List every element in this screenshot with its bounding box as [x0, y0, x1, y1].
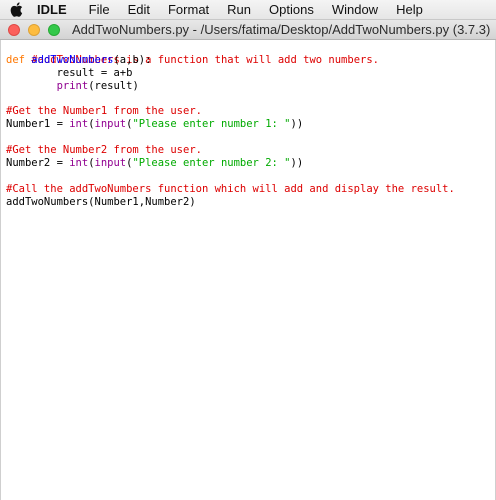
code-text: Number1 =	[6, 118, 70, 131]
code-line: result = a+b	[1, 67, 495, 80]
code-comment: #Call the addTwoNumbers function which w…	[6, 182, 455, 195]
menu-format[interactable]: Format	[168, 0, 209, 20]
code-comment: #Get the Number2 from the user.	[6, 144, 202, 157]
code-text: addTwoNumbers(Number1,Number2)	[6, 195, 196, 208]
menu-options[interactable]: Options	[269, 0, 314, 20]
code-text: ))	[290, 157, 304, 170]
window-title-bar[interactable]: AddTwoNumbers.py - /Users/fatima/Desktop…	[0, 20, 496, 40]
code-editor[interactable]: #addTwoNumbers is a function that will a…	[0, 40, 496, 500]
code-text: Number2 =	[6, 157, 70, 170]
code-line: Number1 = int(input("Please enter number…	[1, 118, 495, 131]
menu-window[interactable]: Window	[332, 0, 378, 20]
menu-file[interactable]: File	[89, 0, 110, 20]
code-line: print(result)	[1, 80, 495, 93]
apple-logo-icon[interactable]	[10, 2, 23, 17]
menu-edit[interactable]: Edit	[128, 0, 150, 20]
code-comment: #Get the Number1 from the user.	[6, 105, 202, 118]
code-text: (result)	[88, 79, 139, 92]
minimize-window-button[interactable]	[28, 23, 40, 36]
code-line: #addTwoNumbers is a function that will a…	[1, 41, 495, 66]
menu-run[interactable]: Run	[227, 0, 251, 20]
code-string: "Please enter number 2: "	[132, 157, 291, 170]
window-title: AddTwoNumbers.py - /Users/fatima/Desktop…	[72, 22, 491, 37]
menu-idle[interactable]: IDLE	[37, 0, 67, 20]
code-keyword: def	[6, 53, 25, 66]
menu-help[interactable]: Help	[396, 0, 423, 20]
zoom-window-button[interactable]	[48, 23, 60, 36]
window-controls	[8, 23, 68, 36]
code-line: #Get the Number2 from the user.	[1, 144, 495, 157]
code-builtin: input	[94, 157, 127, 170]
code-builtin: input	[94, 118, 127, 131]
code-text: (a,b):	[113, 53, 152, 66]
menu-bar: IDLE File Edit Format Run Options Window…	[0, 0, 496, 20]
code-function-name: addTwoNumbers	[31, 53, 114, 66]
code-builtin: int	[69, 157, 89, 170]
code-text: ))	[290, 118, 304, 131]
code-line: Number2 = int(input("Please enter number…	[1, 157, 495, 170]
code-line: #Get the Number1 from the user.	[1, 105, 495, 118]
code-string: "Please enter number 1: "	[132, 118, 291, 131]
code-builtin: int	[69, 118, 89, 131]
code-line: #Call the addTwoNumbers function which w…	[1, 183, 495, 196]
code-line: addTwoNumbers(Number1,Number2)	[1, 196, 495, 209]
close-window-button[interactable]	[8, 23, 20, 36]
code-builtin: print	[56, 79, 89, 92]
code-text: result = a+b	[6, 66, 133, 79]
